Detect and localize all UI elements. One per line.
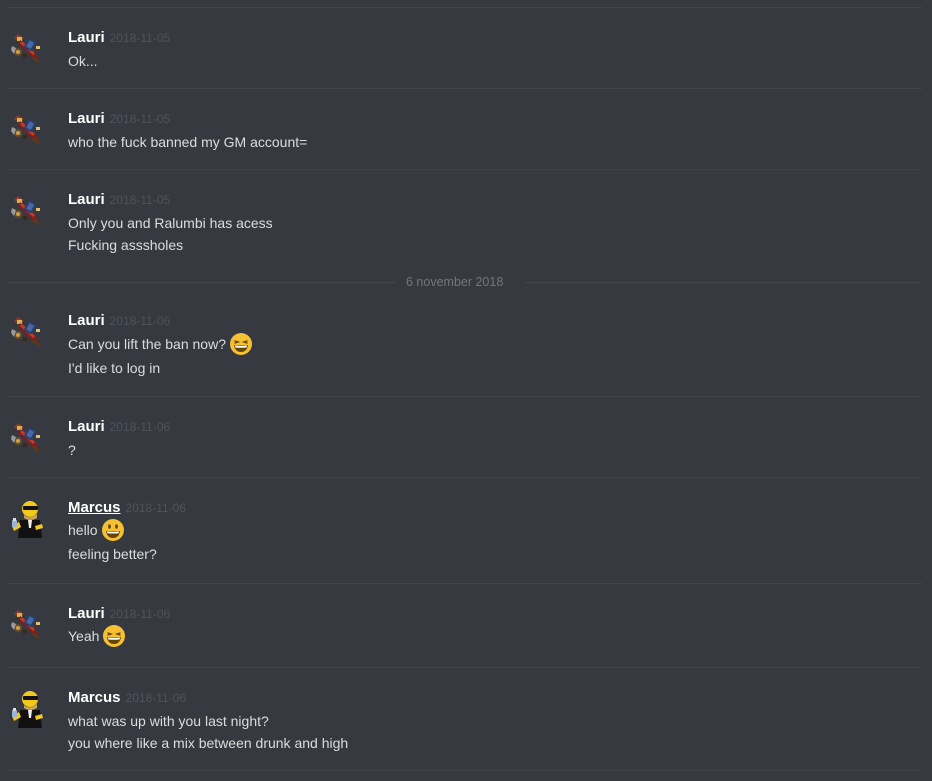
author-name[interactable]: Lauri	[68, 110, 105, 127]
homer-sunglasses-icon	[8, 498, 48, 538]
message-content: who the fuck banned my GM account=	[68, 131, 307, 153]
chat-messages: Lauri 2018-11-05 Ok... Lauri 2018-11-05 wh…	[0, 0, 932, 781]
author-name[interactable]: Lauri	[68, 191, 105, 208]
avatar[interactable]	[8, 417, 48, 457]
message-content: Can you lift the ban now? I'd like to lo…	[68, 331, 253, 379]
avatar[interactable]	[8, 604, 48, 644]
date-separator-label: 6 november 2018	[406, 275, 504, 289]
grinning-squint-emoji-icon	[229, 332, 253, 356]
message-text: I'd like to log in	[68, 360, 161, 376]
sword-shield-sprite-icon	[8, 604, 48, 644]
message-text: Yeah	[68, 628, 100, 644]
message-divider	[8, 88, 922, 89]
message-header: Lauri 2018-11-06	[68, 604, 170, 624]
avatar[interactable]	[8, 311, 48, 351]
message-text: ?	[68, 442, 76, 458]
homer-sunglasses-icon	[8, 688, 48, 728]
author-name[interactable]: Lauri	[68, 605, 105, 622]
message-divider	[8, 667, 922, 668]
sword-shield-sprite-icon	[8, 311, 48, 351]
message-header: Lauri 2018-11-06	[68, 417, 170, 437]
smiley-emoji-icon	[101, 518, 125, 542]
message-content: ?	[68, 439, 76, 461]
timestamp: 2018-11-06	[109, 314, 171, 328]
message-text: feeling better?	[68, 546, 157, 562]
message-content: hello feeling better?	[68, 517, 157, 565]
message-content: Yeah	[68, 623, 126, 649]
author-name[interactable]: Lauri	[68, 29, 105, 46]
timestamp: 2018-11-05	[109, 193, 171, 207]
author-name[interactable]: Marcus	[68, 689, 121, 706]
message-text: Can you lift the ban now?	[68, 336, 226, 352]
timestamp: 2018-11-06	[125, 691, 187, 705]
timestamp: 2018-11-06	[109, 420, 171, 434]
message-content: what was up with you last night? you whe…	[68, 710, 348, 754]
timestamp: 2018-11-06	[109, 607, 171, 621]
avatar[interactable]	[8, 688, 48, 728]
message-divider	[8, 7, 922, 8]
message-text: Ok...	[68, 53, 98, 69]
timestamp: 2018-11-05	[109, 31, 171, 45]
message-text: hello	[68, 522, 98, 538]
message-line: Can you lift the ban now?	[68, 331, 253, 357]
message-text: who the fuck banned my GM account=	[68, 134, 308, 150]
message-text: what was up with you last night?	[68, 713, 269, 729]
message-divider	[8, 770, 922, 771]
grinning-squint-emoji-icon	[102, 624, 126, 648]
message-content: Ok...	[68, 50, 98, 72]
message-divider	[8, 169, 922, 170]
message-text: Fucking asssholes	[68, 237, 184, 253]
author-name[interactable]: Lauri	[68, 418, 105, 435]
message-header: Lauri 2018-11-05	[68, 109, 170, 129]
sword-shield-sprite-icon	[8, 109, 48, 149]
author-name[interactable]: Lauri	[68, 312, 105, 329]
avatar[interactable]	[8, 109, 48, 149]
message-text: you where like a mix between drunk and h…	[68, 735, 349, 751]
message-line: hello	[68, 517, 157, 543]
message-header: Lauri 2018-11-05	[68, 190, 170, 210]
message-header: Marcus 2018-11-06	[68, 498, 186, 518]
message-header: Marcus 2018-11-06	[68, 688, 186, 708]
date-separator: 6 november 2018	[8, 274, 922, 290]
avatar[interactable]	[8, 190, 48, 230]
message-line: Yeah	[68, 623, 126, 649]
avatar[interactable]	[8, 498, 48, 538]
sword-shield-sprite-icon	[8, 190, 48, 230]
message-header: Lauri 2018-11-06	[68, 311, 170, 331]
message-content: Only you and Ralumbi has acess Fucking a…	[68, 212, 273, 256]
timestamp: 2018-11-06	[125, 501, 187, 515]
message-divider	[8, 583, 922, 584]
sword-shield-sprite-icon	[8, 417, 48, 457]
separator-rule	[8, 282, 396, 283]
message-divider	[8, 477, 922, 478]
message-text: Only you and Ralumbi has acess	[68, 215, 273, 231]
author-name[interactable]: Marcus	[68, 499, 121, 516]
message-divider	[8, 396, 922, 397]
message-header: Lauri 2018-11-05	[68, 28, 170, 48]
sword-shield-sprite-icon	[8, 28, 48, 68]
avatar[interactable]	[8, 28, 48, 68]
separator-rule	[525, 282, 922, 283]
timestamp: 2018-11-05	[109, 112, 171, 126]
